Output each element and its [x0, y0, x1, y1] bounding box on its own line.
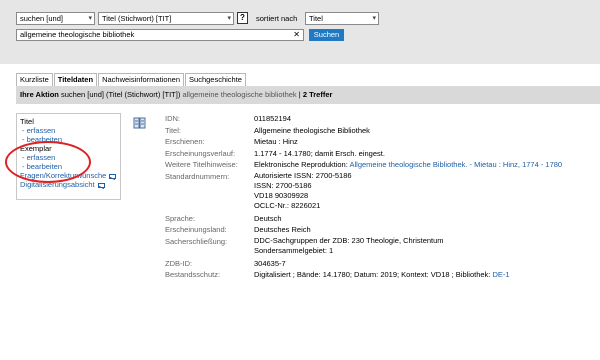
action-bar: Ihre Aktion suchen [und] (Titel (Stichwo… — [16, 86, 600, 104]
action-text: suchen [und] (Titel (Stichwort) [TIT]) — [61, 90, 181, 99]
field-label: IDN: — [165, 114, 180, 123]
sidebar-fragen-link[interactable]: Fragen/Korrekturwünsche — [20, 171, 106, 180]
search-input-value: allgemeine theologische bibliothek — [20, 30, 135, 39]
sidebar-fragen-row: Fragen/Korrekturwünsche — [20, 171, 117, 180]
field-value-sacherschliessung: DDC-Sachgruppen der ZDB: 230 Theologie, … — [254, 236, 444, 256]
sidebar-heading-titel: Titel — [20, 117, 34, 126]
field-row-sacherschliessung: Sacherschließung: DDC-Sachgruppen der ZD… — [165, 236, 595, 256]
std-number: VD18 90309928 — [254, 190, 309, 200]
tab-suchgeschichte[interactable]: Suchgeschichte — [185, 73, 246, 86]
record-details: IDN: 011852194 Titel: Allgemeine theolog… — [165, 113, 595, 281]
field-row-bestandsschutz: Bestandsschutz: Digitalisiert ; Bände: 1… — [165, 269, 595, 281]
field-row-sprache: Sprache: Deutsch — [165, 213, 595, 225]
field-value-bestandsschutz: Digitalisiert ; Bände: 14.1780; Datum: 2… — [254, 269, 510, 281]
sach-entry: DDC-Sachgruppen der ZDB: 230 Theologie, … — [254, 235, 444, 245]
result-count: 2 Treffer — [302, 90, 333, 99]
field-value-erscheinungsland: Deutsches Reich — [254, 225, 311, 234]
search-mode-select[interactable]: suchen [und] ▾ — [16, 12, 95, 25]
chevron-down-icon: ▾ — [88, 15, 92, 22]
sidebar-heading-exemplar: Exemplar — [20, 144, 52, 153]
field-label: Weitere Titelhinweise: — [165, 160, 238, 169]
sidebar-digitalisierung-link[interactable]: Digitalisierungsabsicht — [20, 180, 95, 189]
field-row-zdb-id: ZDB-ID: 304635-7 — [165, 258, 595, 270]
std-number: OCLC-Nr.: 8226021 — [254, 200, 321, 210]
search-field-select[interactable]: Titel (Stichwort) [TIT] ▾ — [98, 12, 234, 25]
field-value-idn: 011852194 — [254, 114, 291, 123]
field-row-erschienen: Erschienen: Mietau : Hinz — [165, 136, 595, 148]
sort-label: sortiert nach — [256, 14, 298, 23]
action-label: Ihre Aktion — [20, 90, 59, 99]
sach-entry: Sondersammelgebiet: 1 — [254, 245, 334, 255]
field-value-zdb-id: 304635-7 — [254, 258, 286, 268]
field-label: Titel: — [165, 125, 181, 135]
field-label: Sacherschließung: — [165, 236, 228, 246]
field-row-erscheinungsland: Erscheinungsland: Deutsches Reich — [165, 224, 595, 236]
field-label: Erschienen: — [165, 137, 205, 146]
field-row-idn: IDN: 011852194 — [165, 113, 595, 125]
field-value-sprache: Deutsch — [254, 213, 282, 223]
field-label: Standardnummern: — [165, 171, 230, 181]
tab-bar: Kurzliste Titeldaten Nachweisinformation… — [16, 73, 247, 86]
field-row-titel: Titel: Allgemeine theologische Bibliothe… — [165, 125, 595, 137]
field-row-weitere-titelhinweise: Weitere Titelhinweise: Elektronische Rep… — [165, 159, 595, 171]
field-row-erscheinungsverlauf: Erscheinungsverlauf: 1.1774 - 14.1780; d… — [165, 148, 595, 160]
chevron-down-icon: ▾ — [372, 15, 376, 22]
field-value-erschienen: Mietau : Hinz — [254, 137, 298, 146]
book-icon — [133, 117, 146, 129]
field-value-titel: Allgemeine theologische Bibliothek — [254, 125, 370, 135]
search-mode-value: suchen [und] — [20, 14, 63, 23]
chevron-down-icon: ▾ — [227, 15, 231, 22]
sidebar-exemplar-bearbeiten-link[interactable]: - bearbeiten — [20, 162, 117, 171]
clear-icon[interactable]: ✕ — [293, 30, 300, 40]
reproduction-link[interactable]: Allgemeine theologische Bibliothek. - Mi… — [349, 160, 562, 169]
sort-select[interactable]: Titel ▾ — [305, 12, 379, 25]
field-value-weitere-titelhinweise: Elektronische Reproduktion: Allgemeine t… — [254, 159, 562, 171]
sidebar-exemplar-erfassen-link[interactable]: - erfassen — [20, 153, 117, 162]
field-label: Erscheinungsland: — [165, 225, 227, 234]
search-button[interactable]: Suchen — [309, 29, 344, 41]
mail-icon — [97, 182, 105, 188]
weitere-text: Elektronische Reproduktion: — [254, 160, 348, 169]
sort-value: Titel — [309, 14, 323, 23]
mail-icon — [109, 173, 117, 179]
sidebar-digital-row: Digitalisierungsabsicht — [20, 180, 117, 189]
action-sidebar: Titel - erfassen - bearbeiten Exemplar -… — [16, 113, 121, 200]
tab-titeldaten[interactable]: Titeldaten — [53, 73, 98, 86]
action-separator: | — [298, 90, 301, 99]
std-number: Autorisierte ISSN: 2700-5186 — [254, 170, 352, 180]
help-button[interactable]: ? — [237, 12, 248, 24]
search-field-value: Titel (Stichwort) [TIT] — [102, 14, 172, 23]
search-input[interactable]: allgemeine theologische bibliothek ✕ — [16, 29, 304, 41]
field-label: Bestandsschutz: — [165, 270, 221, 279]
field-label: ZDB-ID: — [165, 258, 193, 268]
library-link[interactable]: DE-1 — [492, 270, 509, 279]
field-row-standardnummern: Standardnummern: Autorisierte ISSN: 2700… — [165, 171, 595, 211]
tab-nachweisinformationen[interactable]: Nachweisinformationen — [98, 73, 185, 86]
tab-kurzliste[interactable]: Kurzliste — [16, 73, 53, 86]
field-value-erscheinungsverlauf: 1.1774 - 14.1780; damit Ersch. eingest. — [254, 148, 385, 158]
bestand-text: Digitalisiert ; Bände: 14.1780; Datum: 2… — [254, 270, 491, 279]
sidebar-titel-erfassen-link[interactable]: - erfassen — [20, 126, 117, 135]
action-query: allgemeine theologische bibliothek — [182, 90, 297, 99]
std-number: ISSN: 2700-5186 — [254, 180, 312, 190]
search-panel: suchen [und] ▾ Titel (Stichwort) [TIT] ▾… — [0, 0, 600, 64]
field-label: Erscheinungsverlauf: — [165, 148, 236, 158]
sidebar-titel-bearbeiten-link[interactable]: - bearbeiten — [20, 135, 117, 144]
field-value-standardnummern: Autorisierte ISSN: 2700-5186 ISSN: 2700-… — [254, 171, 352, 211]
field-label: Sprache: — [165, 213, 196, 223]
